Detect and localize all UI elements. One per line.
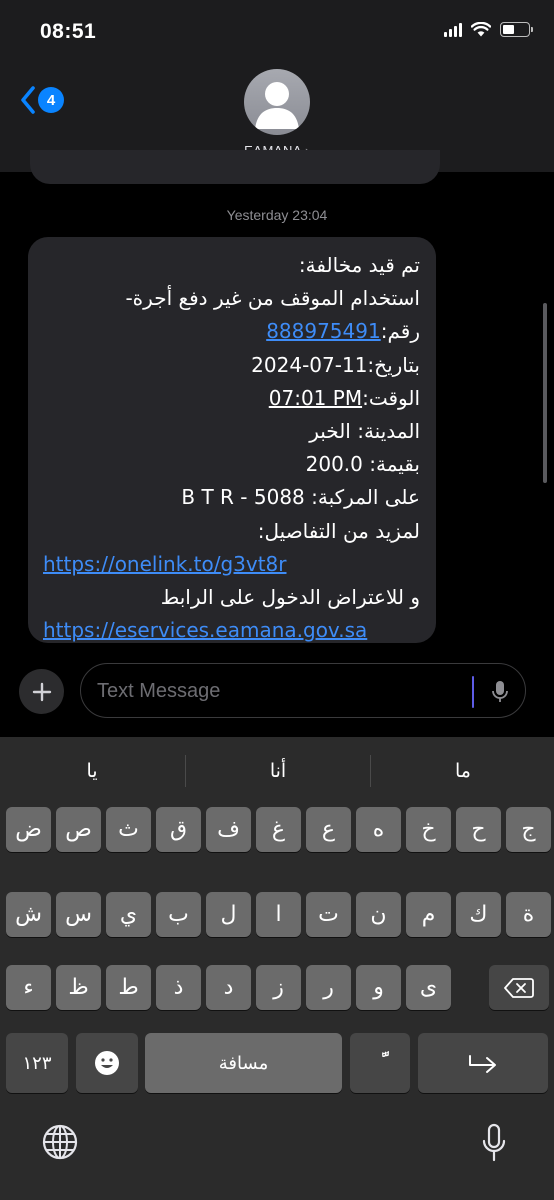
microphone-icon <box>482 1123 506 1162</box>
message-input-field[interactable] <box>80 663 526 718</box>
back-button[interactable]: 4 <box>20 86 64 114</box>
emoji-icon <box>95 1051 119 1075</box>
eservices-url[interactable]: https://eservices.eamana.gov.sa <box>43 618 367 642</box>
key[interactable]: ظ <box>56 965 101 1010</box>
key[interactable]: ب <box>156 892 201 937</box>
message-line: https://onelink.to/g3vt8r <box>43 548 420 581</box>
text-cursor <box>472 676 474 708</box>
numbers-key[interactable]: ١٢٣ <box>6 1033 68 1093</box>
chevron-left-icon <box>21 86 35 114</box>
message-line: رقم:888975491 <box>43 315 420 348</box>
message-line: لمزيد من التفاصيل: <box>257 518 420 543</box>
keyboard: يا أنا ما ض ص ث ق ف غ ع ه خ ح ج ش س ي ب … <box>0 737 554 1200</box>
status-time: 08:51 <box>40 20 97 43</box>
key[interactable]: ع <box>306 807 351 852</box>
key[interactable]: ن <box>356 892 401 937</box>
dictation-button[interactable] <box>472 1120 516 1166</box>
conversation-header: 08:51 4 EAMANA› <box>0 0 554 172</box>
message-line: تم قيد مخالفة: <box>298 253 420 277</box>
apps-button[interactable] <box>19 669 64 714</box>
key[interactable]: م <box>406 892 451 937</box>
return-arrow-icon <box>469 1055 496 1073</box>
message-line: استخدام الموقف من غير دفع أجرة- <box>125 286 420 311</box>
key[interactable]: خ <box>406 807 451 852</box>
suggestion-item[interactable]: أنا <box>186 749 370 793</box>
message-line: و للاعتراض الدخول على الرابط <box>160 585 420 610</box>
diacritics-key[interactable]: ًّ <box>350 1033 410 1093</box>
person-icon <box>255 82 299 129</box>
key[interactable]: ط <box>106 965 151 1010</box>
message-input[interactable] <box>97 674 457 708</box>
key[interactable]: ى <box>406 965 451 1010</box>
key[interactable]: ق <box>156 807 201 852</box>
previous-message-bubble[interactable] <box>30 150 440 184</box>
message-line: الوقت:07:01 PM <box>43 382 420 415</box>
key[interactable]: ك <box>456 892 501 937</box>
message-label: الوقت: <box>362 385 420 410</box>
key[interactable]: ح <box>456 807 501 852</box>
key[interactable]: د <box>206 965 251 1010</box>
status-icons <box>444 22 533 37</box>
key[interactable]: ا <box>256 892 301 937</box>
key[interactable]: ث <box>106 807 151 852</box>
message-line: https://eservices.eamana.gov.sa <box>43 614 420 647</box>
suggestion-item[interactable]: يا <box>0 749 184 793</box>
delete-icon <box>504 977 534 998</box>
delete-key[interactable] <box>489 965 549 1010</box>
key[interactable]: ف <box>206 807 251 852</box>
key[interactable]: ج <box>506 807 551 852</box>
suggestion-item[interactable]: ما <box>371 749 554 793</box>
dictation-mic-icon[interactable] <box>491 680 509 704</box>
message-line: بقيمة: 200.0 <box>305 452 420 477</box>
key[interactable]: ة <box>506 892 551 937</box>
time-link[interactable]: 07:01 PM <box>269 386 362 410</box>
key[interactable]: ش <box>6 892 51 937</box>
numbers-key-label: ١٢٣ <box>22 1052 52 1074</box>
key[interactable]: ل <box>206 892 251 937</box>
key[interactable]: ء <box>6 965 51 1010</box>
globe-icon <box>42 1124 78 1160</box>
message-line: بتاريخ:11-07-2024 <box>251 352 420 377</box>
violation-number-link[interactable]: 888975491 <box>266 319 381 343</box>
key[interactable]: ت <box>306 892 351 937</box>
globe-button[interactable] <box>38 1120 82 1164</box>
key[interactable]: و <box>356 965 401 1010</box>
message-line: المدينة: الخبر <box>309 419 420 444</box>
contact-avatar[interactable] <box>244 69 310 135</box>
message-line: على المركبة: 5088 - B T R <box>181 485 420 510</box>
key[interactable]: غ <box>256 807 301 852</box>
key[interactable]: ذ <box>156 965 201 1010</box>
cellular-signal-icon <box>444 22 462 37</box>
key[interactable]: ز <box>256 965 301 1010</box>
scrollbar[interactable] <box>543 303 547 483</box>
key[interactable]: ص <box>56 807 101 852</box>
key[interactable]: ض <box>6 807 51 852</box>
key[interactable]: ر <box>306 965 351 1010</box>
message-timestamp: Yesterday 23:04 <box>226 207 328 223</box>
return-key[interactable] <box>418 1033 548 1093</box>
battery-icon <box>500 22 533 37</box>
onelink-url[interactable]: https://onelink.to/g3vt8r <box>43 552 287 576</box>
message-label: رقم: <box>380 319 420 344</box>
space-key[interactable]: مسافة <box>145 1033 342 1093</box>
space-key-label: مسافة <box>218 1052 269 1074</box>
emoji-key[interactable] <box>76 1033 138 1093</box>
wifi-icon <box>471 22 491 37</box>
incoming-message-bubble[interactable]: تم قيد مخالفة: استخدام الموقف من غير دفع… <box>28 237 436 643</box>
key[interactable]: ه <box>356 807 401 852</box>
key[interactable]: ي <box>106 892 151 937</box>
key[interactable]: س <box>56 892 101 937</box>
plus-icon <box>32 682 51 701</box>
unread-count-badge: 4 <box>38 87 64 113</box>
